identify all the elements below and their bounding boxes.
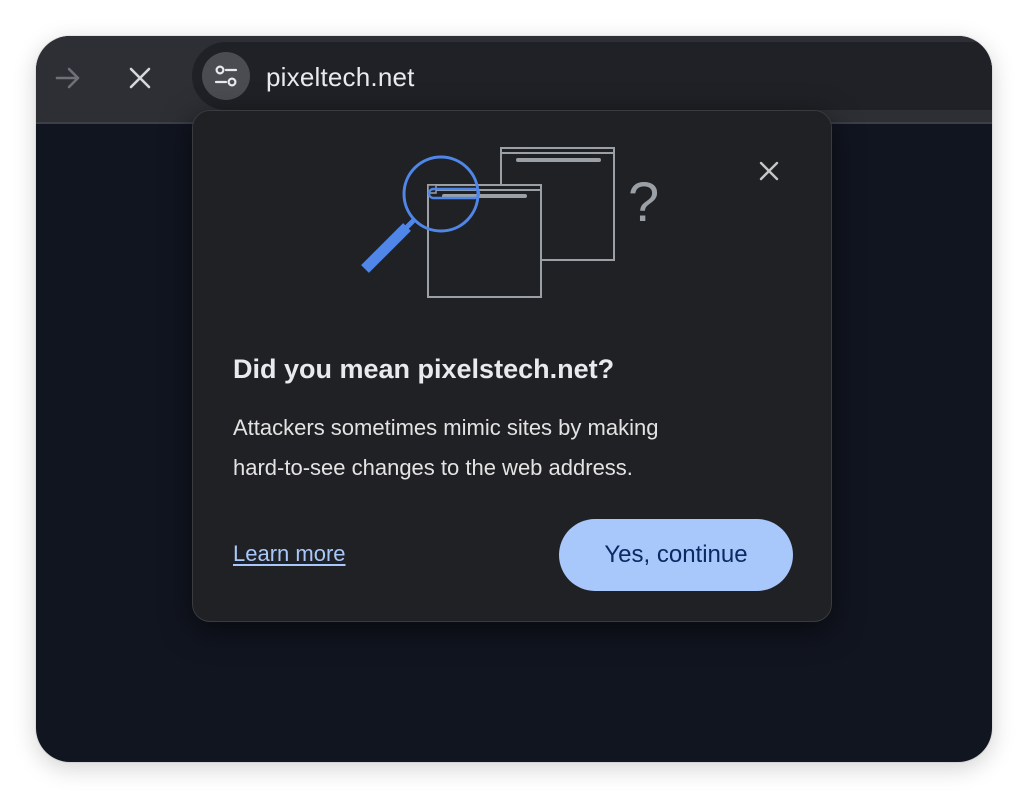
popup-description-line: hard-to-see changes to the web address. — [233, 455, 633, 480]
tune-icon — [214, 65, 238, 87]
close-icon — [129, 67, 151, 89]
popup-description: Attackers sometimes mimic sites by makin… — [233, 408, 773, 488]
forward-button[interactable] — [48, 58, 88, 98]
url-text[interactable]: pixeltech.net — [266, 62, 415, 92]
lookalike-url-warning-popup: ? Did you mean pixelstech.net? Attackers… — [192, 110, 832, 622]
magnifier-windows-question-illustration — [361, 147, 615, 298]
question-mark: ? — [628, 170, 660, 233]
close-popup-button[interactable] — [753, 155, 785, 187]
yes-continue-button[interactable]: Yes, continue — [559, 519, 793, 591]
popup-title: Did you mean pixelstech.net? — [233, 354, 615, 384]
illustration-area: ? — [193, 111, 831, 311]
stop-loading-button[interactable] — [120, 58, 160, 98]
close-icon — [759, 161, 779, 181]
popup-description-line: Attackers sometimes mimic sites by makin… — [233, 415, 659, 440]
address-bar[interactable]: pixeltech.net — [192, 42, 992, 110]
arrow-forward-icon — [55, 67, 80, 89]
learn-more-link[interactable]: Learn more — [233, 539, 346, 569]
site-settings-button[interactable] — [202, 52, 250, 100]
